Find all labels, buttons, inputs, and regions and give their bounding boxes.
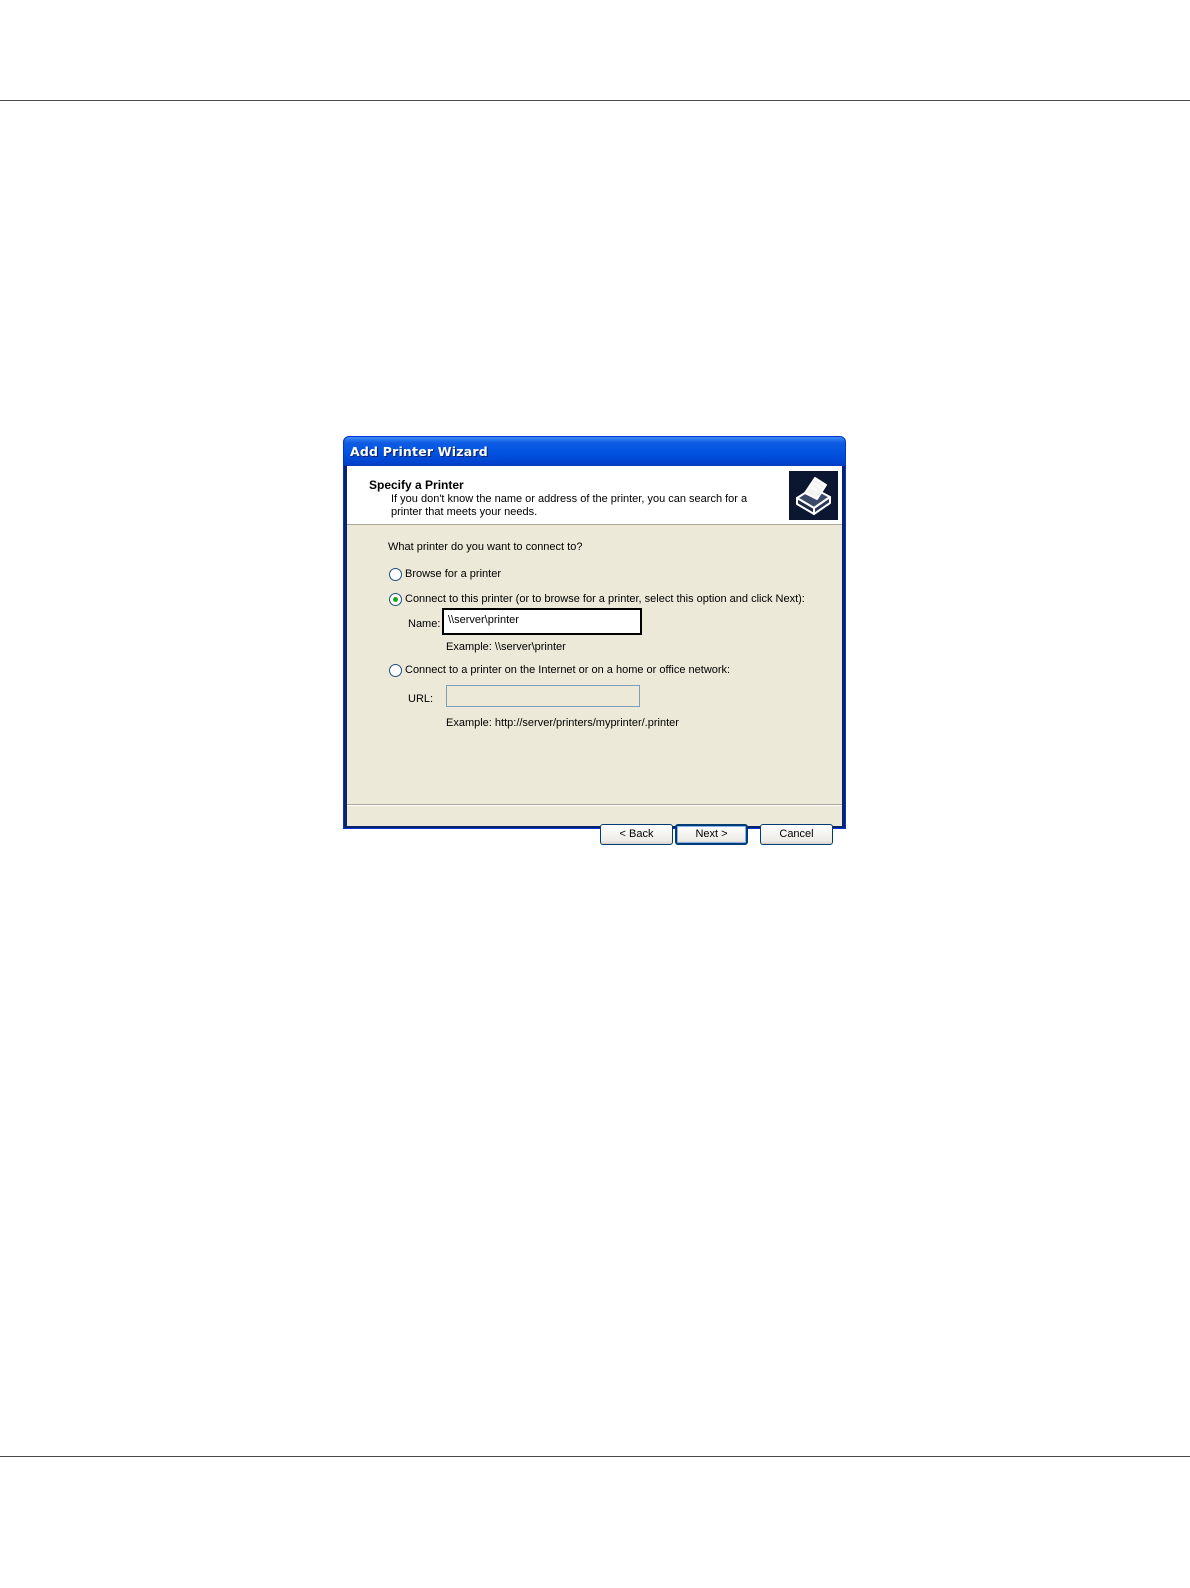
page-top-rule	[0, 100, 1190, 101]
page-title: Specify a Printer	[369, 478, 464, 492]
url-example: Example: http://server/printers/myprinte…	[446, 717, 679, 729]
option-connect-label[interactable]: Connect to this printer (or to browse fo…	[405, 593, 805, 605]
printer-icon	[789, 471, 838, 520]
add-printer-wizard-window: Add Printer Wizard Specify a Printer If …	[343, 436, 846, 845]
url-field-label: URL:	[408, 693, 434, 705]
name-example: Example: \\server\printer	[446, 641, 566, 653]
page-subtitle: If you don't know the name or address of…	[391, 493, 748, 518]
printer-name-input[interactable]: \\server\printer	[442, 608, 642, 635]
radio-connect-to-printer[interactable]	[389, 593, 402, 606]
option-browse-label[interactable]: Browse for a printer	[405, 568, 501, 580]
url-input[interactable]	[446, 685, 640, 707]
wizard-header: Specify a Printer If you don't know the …	[347, 466, 842, 525]
question-label: What printer do you want to connect to?	[388, 541, 583, 553]
radio-selected-dot	[393, 597, 398, 602]
cancel-button[interactable]: Cancel	[760, 824, 833, 845]
next-button[interactable]: Next >	[675, 824, 748, 845]
button-separator	[347, 804, 842, 806]
window-title: Add Printer Wizard	[350, 444, 488, 459]
page-bottom-rule	[0, 1456, 1190, 1457]
back-button[interactable]: < Back	[600, 824, 673, 845]
name-field-label: Name:	[408, 618, 441, 630]
radio-internet-printer[interactable]	[389, 664, 402, 677]
wizard-frame: Specify a Printer If you don't know the …	[347, 466, 842, 845]
radio-browse[interactable]	[389, 568, 402, 581]
title-bar[interactable]: Add Printer Wizard	[344, 437, 845, 466]
option-internet-label[interactable]: Connect to a printer on the Internet or …	[405, 664, 730, 676]
